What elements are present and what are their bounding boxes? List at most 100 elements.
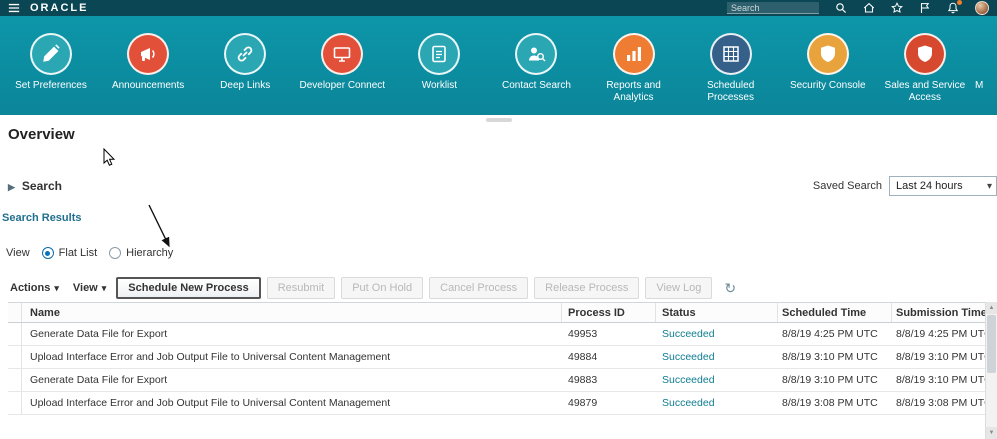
springboard-item-sales-and-service-access[interactable]: Sales and Service Access [878, 33, 972, 104]
mouse-cursor [103, 148, 117, 168]
reports-analytics-icon [624, 44, 644, 64]
release-process-button[interactable]: Release Process [534, 277, 639, 299]
resubmit-button[interactable]: Resubmit [267, 277, 335, 299]
refresh-icon[interactable] [724, 281, 736, 295]
cell-name: Generate Data File for Export [22, 323, 562, 345]
view-label: View [6, 247, 30, 259]
table-body: Generate Data File for Export 49953 Succ… [8, 323, 985, 415]
status-link[interactable]: Succeeded [662, 328, 715, 340]
springboard-item-developer-connect[interactable]: Developer Connect [295, 33, 389, 92]
saved-search-label: Saved Search [813, 180, 882, 192]
column-header-process-id[interactable]: Process ID [562, 303, 656, 322]
banner-drag-handle[interactable] [486, 118, 512, 122]
status-link[interactable]: Succeeded [662, 374, 715, 386]
vertical-scrollbar [985, 302, 997, 439]
view-option-hierarchy[interactable]: Hierarchy [109, 247, 173, 259]
processes-table: Name Process ID Status Scheduled Time Su… [8, 302, 985, 415]
cell-submission-time: 8/8/19 3:10 PM UTC [892, 369, 985, 391]
status-link[interactable]: Succeeded [662, 351, 715, 363]
table-row[interactable]: Upload Interface Error and Job Output Fi… [8, 346, 985, 369]
cell-name: Upload Interface Error and Job Output Fi… [22, 346, 562, 368]
chevron-down-icon [102, 282, 107, 294]
topbar-actions [727, 1, 989, 15]
menu-icon[interactable] [8, 2, 20, 14]
springboard-item-security-console[interactable]: Security Console [781, 33, 875, 92]
user-avatar[interactable] [975, 1, 989, 15]
cell-name: Generate Data File for Export [22, 369, 562, 391]
flag-icon[interactable] [919, 2, 931, 14]
springboard-overflow-item[interactable]: M [975, 33, 993, 91]
global-search-input[interactable] [727, 2, 819, 14]
row-selector-cell [8, 346, 22, 368]
radio-icon [42, 247, 54, 259]
cell-submission-time: 8/8/19 4:25 PM UTC [892, 323, 985, 345]
view-log-button[interactable]: View Log [645, 277, 712, 299]
springboard-item-label: Reports and Analytics [590, 80, 678, 104]
expand-triangle-icon [8, 179, 15, 193]
cell-process-id: 49884 [562, 346, 656, 368]
cell-process-id: 49883 [562, 369, 656, 391]
saved-search: Saved Search Last 24 hours [813, 176, 997, 196]
top-navigation-bar: ORACLE [0, 0, 997, 16]
springboard-item-worklist[interactable]: Worklist [392, 33, 486, 92]
results-toolbar: Actions View Schedule New Process Resubm… [6, 277, 736, 299]
cell-scheduled-time: 8/8/19 3:08 PM UTC [778, 392, 892, 414]
cell-scheduled-time: 8/8/19 4:25 PM UTC [778, 323, 892, 345]
search-results-label: Search Results [2, 212, 81, 224]
table-row[interactable]: Upload Interface Error and Job Output Fi… [8, 392, 985, 415]
table-row[interactable]: Generate Data File for Export 49883 Succ… [8, 369, 985, 392]
springboard-item-label: Announcements [112, 80, 184, 92]
column-header-status[interactable]: Status [656, 303, 778, 322]
notifications-bell-icon[interactable] [947, 2, 959, 14]
cancel-process-button[interactable]: Cancel Process [429, 277, 528, 299]
springboard-item-label: Contact Search [502, 80, 571, 92]
search-expander[interactable]: Search [8, 179, 62, 193]
developer-connect-icon [332, 44, 352, 64]
radio-icon [109, 247, 121, 259]
cell-scheduled-time: 8/8/19 3:10 PM UTC [778, 369, 892, 391]
springboard-item-label: Deep Links [220, 80, 270, 92]
status-link[interactable]: Succeeded [662, 397, 715, 409]
springboard-item-label: Set Preferences [15, 80, 87, 92]
view-options: View Flat List Hierarchy [6, 247, 173, 259]
search-icon[interactable] [835, 2, 847, 14]
row-selector-cell [8, 323, 22, 345]
chevron-down-icon [54, 282, 59, 294]
springboard-item-announcements[interactable]: Announcements [101, 33, 195, 92]
put-on-hold-button[interactable]: Put On Hold [341, 277, 423, 299]
table-header-row: Name Process ID Status Scheduled Time Su… [8, 302, 985, 323]
deep-links-icon [235, 44, 255, 64]
worklist-icon [429, 44, 449, 64]
column-header-scheduled-time[interactable]: Scheduled Time [778, 303, 892, 322]
springboard-item-contact-search[interactable]: Contact Search [489, 33, 583, 92]
springboard-item-reports-and-analytics[interactable]: Reports and Analytics [587, 33, 681, 104]
actions-menu-button[interactable]: Actions [6, 279, 63, 297]
sales-service-access-icon [915, 44, 935, 64]
scroll-down-arrow-icon[interactable] [986, 427, 997, 439]
contact-search-icon [526, 44, 546, 64]
springboard-item-set-preferences[interactable]: Set Preferences [4, 33, 98, 92]
springboard-item-label: Worklist [422, 80, 457, 92]
springboard-item-label: Security Console [790, 80, 866, 92]
cell-name: Upload Interface Error and Job Output Fi… [22, 392, 562, 414]
cell-submission-time: 8/8/19 3:10 PM UTC [892, 346, 985, 368]
favorites-star-icon[interactable] [891, 2, 903, 14]
springboard-item-scheduled-processes[interactable]: Scheduled Processes [684, 33, 778, 104]
search-section: Search Saved Search Last 24 hours [8, 175, 997, 197]
table-row[interactable]: Generate Data File for Export 49953 Succ… [8, 323, 985, 346]
scheduled-processes-icon [721, 44, 741, 64]
springboard-item-label: Scheduled Processes [687, 80, 775, 104]
view-option-flat-list[interactable]: Flat List [42, 247, 98, 259]
saved-search-select[interactable]: Last 24 hours [889, 176, 997, 196]
scroll-up-arrow-icon[interactable] [986, 302, 997, 314]
column-header-name[interactable]: Name [22, 303, 562, 322]
view-menu-button[interactable]: View [69, 279, 110, 297]
springboard-item-deep-links[interactable]: Deep Links [198, 33, 292, 92]
home-icon[interactable] [863, 2, 875, 14]
scrollbar-thumb[interactable] [987, 315, 996, 373]
row-selector-column-header [8, 303, 22, 322]
schedule-new-process-button[interactable]: Schedule New Process [116, 277, 260, 299]
oracle-logo[interactable]: ORACLE [30, 2, 88, 14]
springboard: Set Preferences Announcements Deep Links… [0, 16, 997, 115]
column-header-submission-time[interactable]: Submission Time [892, 303, 985, 322]
